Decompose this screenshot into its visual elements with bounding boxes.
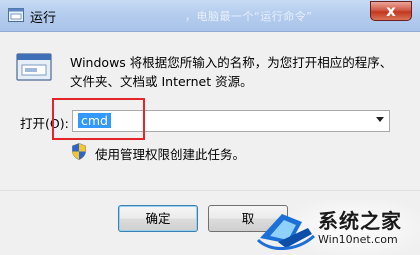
uac-shield-icon xyxy=(72,143,86,160)
watermark-url: Win10net.com xyxy=(318,233,398,246)
watermark-brand: 系统之家 xyxy=(318,209,402,233)
run-dialog: 运行 ，电脑最一个“运行命令” x Windows 将根据您所输入的名称，为您打… xyxy=(0,0,420,255)
program-window-icon xyxy=(16,53,52,81)
dialog-description: Windows 将根据您所输入的名称，为您打开相应的程序、 文件夹、文档或 In… xyxy=(70,53,400,91)
run-app-icon xyxy=(8,8,24,22)
description-line-1: Windows 将根据您所输入的名称，为您打开相应的程序、 xyxy=(70,55,393,70)
ok-button[interactable]: 确定 xyxy=(118,205,198,232)
close-button[interactable]: x xyxy=(370,1,412,21)
window-title: 运行 xyxy=(30,11,57,26)
title-bar[interactable]: 运行 ，电脑最一个“运行命令” x xyxy=(0,0,420,32)
admin-privilege-note: 使用管理权限创建此任务。 xyxy=(95,147,246,162)
annotation-highlight-box xyxy=(52,98,145,140)
description-line-2: 文件夹、文档或 Internet 资源。 xyxy=(70,74,253,89)
background-window-title: ，电脑最一个“运行命令” xyxy=(185,10,313,23)
dropdown-arrow-icon[interactable] xyxy=(376,117,384,122)
